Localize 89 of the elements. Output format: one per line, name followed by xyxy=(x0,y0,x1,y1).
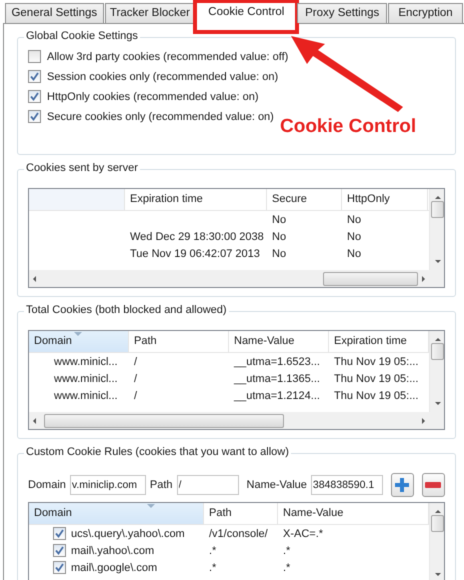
table-cell: No xyxy=(347,248,362,260)
sort-arrow-icon xyxy=(74,332,82,336)
checkbox[interactable] xyxy=(53,527,66,540)
checkbox-label: Allow 3rd party cookies (recommended value: off) xyxy=(47,50,288,62)
table-cell: No xyxy=(272,230,286,242)
horizontal-scrollbar[interactable] xyxy=(29,412,429,429)
add-button[interactable] xyxy=(390,473,414,497)
input-field[interactable]: v.miniclip.com xyxy=(70,475,146,495)
column-header[interactable]: Domain xyxy=(29,331,129,352)
column-header[interactable]: Expiration time xyxy=(125,189,267,210)
scroll-thumb[interactable] xyxy=(323,272,418,286)
table-cell: / xyxy=(134,390,138,402)
horizontal-scrollbar[interactable] xyxy=(29,270,429,287)
checkbox[interactable] xyxy=(28,110,41,123)
checkbox[interactable] xyxy=(28,50,41,63)
checkbox-label: Secure cookies only (recommended value: on) xyxy=(47,110,274,122)
tab[interactable]: Proxy Settings xyxy=(297,3,388,23)
tab[interactable]: Tracker Blocker xyxy=(104,3,196,23)
column-header[interactable]: Secure xyxy=(267,189,342,210)
scroll-thumb[interactable] xyxy=(44,414,284,428)
tab[interactable]: Encryption xyxy=(388,3,464,23)
column-header[interactable]: Name-Value xyxy=(229,331,329,352)
table-cell: __utma=1.2124... xyxy=(234,390,320,402)
table-cell: www.minicl... xyxy=(54,356,118,368)
table-cell: __utma=1.1365... xyxy=(234,372,320,384)
column-header[interactable]: Domain xyxy=(29,503,204,524)
scroll-right-icon xyxy=(422,276,425,282)
table-cell: .* xyxy=(209,544,216,556)
check-icon xyxy=(30,112,39,121)
table-cell: /v1/console/ xyxy=(209,528,268,540)
table-cell: www.minicl... xyxy=(54,390,118,402)
checkbox[interactable] xyxy=(28,90,41,103)
table-cell: .* xyxy=(283,562,290,574)
table-cell: / xyxy=(134,356,138,368)
scroll-left-icon xyxy=(33,276,36,282)
table-cell: Wed Dec 29 18:30:00 2038 xyxy=(130,230,264,242)
column-header[interactable]: Path xyxy=(204,503,278,524)
scroll-down-icon xyxy=(434,573,440,576)
group-title: Total Cookies (both blocked and allowed) xyxy=(24,304,229,316)
table-cell: .* xyxy=(283,544,290,556)
vertical-scrollbar[interactable] xyxy=(429,331,444,412)
column-header[interactable]: Path xyxy=(129,331,229,352)
field-label: Domain xyxy=(28,479,66,491)
vertical-scrollbar[interactable] xyxy=(429,503,444,580)
scroll-down-icon xyxy=(434,402,440,405)
check-icon xyxy=(30,72,39,81)
sort-arrow-icon xyxy=(147,504,155,508)
table-cell: Thu Nov 19 05:... xyxy=(334,372,418,384)
scroll-right-icon xyxy=(422,418,425,424)
input-field[interactable]: / xyxy=(176,475,239,495)
scroll-thumb[interactable] xyxy=(431,201,444,218)
table-cell: www.minicl... xyxy=(54,372,118,384)
table-cell: mail\.yahoo\.com xyxy=(71,544,154,556)
tab[interactable]: General Settings xyxy=(5,3,104,23)
field-label: Path xyxy=(150,479,173,491)
remove-button[interactable] xyxy=(422,473,445,497)
table-cell: / xyxy=(134,372,138,384)
table-cell: X-AC=.* xyxy=(283,528,324,540)
group-title: Custom Cookie Rules (cookies that you want to allow) xyxy=(24,446,291,458)
table-cell: .* xyxy=(209,562,216,574)
checkbox-label: Session cookies only (recommended value: on) xyxy=(47,70,278,82)
table-cell: Tue Nov 19 06:42:07 2013 xyxy=(130,248,260,260)
plus-icon xyxy=(394,477,410,493)
table-cell: Thu Nov 19 05:... xyxy=(334,390,418,402)
checkbox-label: HttpOnly cookies (recommended value: on) xyxy=(47,90,259,102)
minus-icon xyxy=(425,482,442,488)
table-cell: No xyxy=(272,214,286,226)
group-title: Global Cookie Settings xyxy=(24,30,140,42)
scroll-thumb[interactable] xyxy=(431,515,444,532)
scroll-down-icon xyxy=(434,260,440,263)
scroll-thumb[interactable] xyxy=(431,343,444,360)
checkbox[interactable] xyxy=(53,544,66,557)
table-cell: __utma=1.6523... xyxy=(234,356,320,368)
checkbox[interactable] xyxy=(28,70,41,83)
annotation-label: Cookie Control xyxy=(280,116,416,138)
table-cell: No xyxy=(272,248,286,260)
field-label: Name-Value xyxy=(246,479,307,491)
table-cell: mail\.google\.com xyxy=(71,562,158,574)
vertical-scrollbar[interactable] xyxy=(429,189,444,270)
check-icon xyxy=(30,92,39,101)
table-cell: No xyxy=(347,214,362,226)
table-cell: No xyxy=(347,230,362,242)
table-cell: Thu Nov 19 05:... xyxy=(334,356,418,368)
scroll-left-icon xyxy=(33,418,36,424)
checkbox[interactable] xyxy=(53,561,66,574)
group-title: Cookies sent by server xyxy=(24,162,140,174)
table-cell: ucs\.query\.yahoo\.com xyxy=(71,528,185,540)
input-field[interactable]: 384838590.1 xyxy=(310,475,383,495)
column-header[interactable]: HttpOnly xyxy=(342,189,428,210)
